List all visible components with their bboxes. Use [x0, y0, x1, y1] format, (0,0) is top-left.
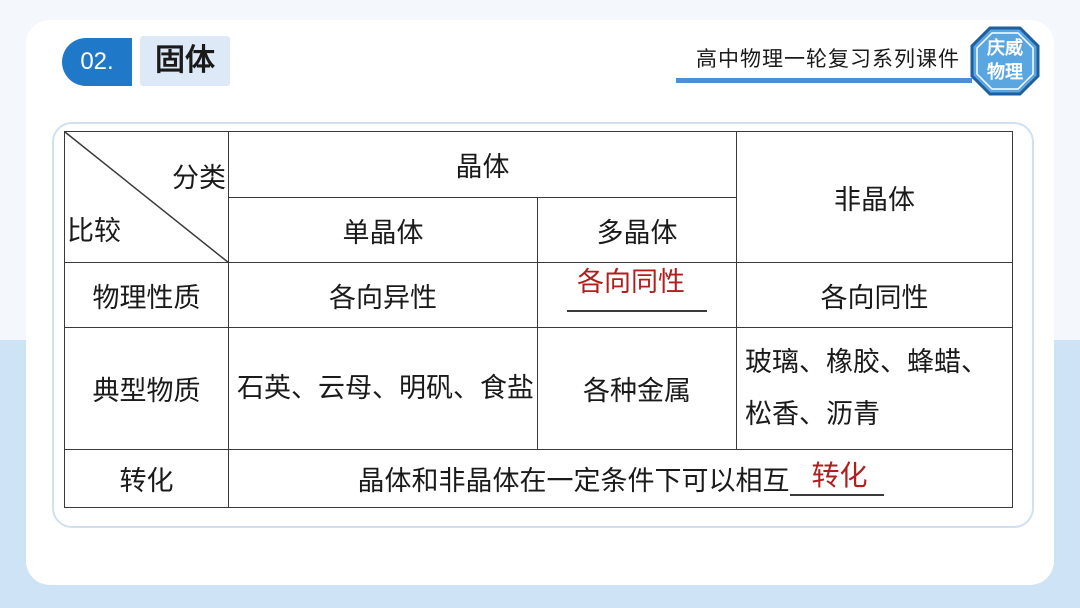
section-title: 固体 — [140, 36, 230, 86]
logo-text: 庆威 物理 — [970, 37, 1040, 85]
section-number-badge: 02. — [62, 38, 132, 86]
answer-blank-line — [567, 309, 707, 312]
logo-line2: 物理 — [987, 62, 1023, 83]
answer-blank-line-transform — [789, 493, 884, 496]
crystal-comparison-table: 分类 比较 晶体 非晶体 单晶体 多晶体 物理性质 各向异性 各向同性 各向同性… — [64, 131, 1013, 508]
header-amorphous: 非晶体 — [736, 131, 1013, 263]
row-label-transform: 转化 — [64, 449, 229, 508]
cell-physical-poly: 各向同性 — [537, 262, 737, 328]
diagonal-header-cell: 分类 比较 — [64, 131, 229, 263]
transform-sentence: 晶体和非晶体在一定条件下可以相互 — [357, 466, 790, 497]
logo-line1: 庆威 — [987, 38, 1023, 59]
cell-transform: 晶体和非晶体在一定条件下可以相互 转化 — [228, 449, 1013, 508]
logo-badge: 庆威 物理 — [970, 26, 1040, 96]
series-title: 高中物理一轮复习系列课件 — [696, 47, 960, 71]
answer-physical-poly: 各向同性 — [577, 266, 685, 298]
diag-top-label: 分类 — [172, 163, 226, 194]
row-label-typical: 典型物质 — [64, 327, 229, 450]
diag-bottom-label: 比较 — [67, 216, 121, 247]
row-label-physical: 物理性质 — [64, 262, 229, 328]
cell-typical-amorphous: 玻璃、橡胶、蜂蜡、松香、沥青 — [736, 327, 1013, 450]
answer-transform: 转化 — [811, 458, 868, 492]
header-crystal: 晶体 — [228, 131, 737, 198]
cell-typical-poly: 各种金属 — [537, 327, 737, 450]
header-single-crystal: 单晶体 — [228, 197, 538, 263]
header-poly-crystal: 多晶体 — [537, 197, 737, 263]
cell-physical-amorphous: 各向同性 — [736, 262, 1013, 328]
cell-physical-single: 各向异性 — [228, 262, 538, 328]
series-underline — [676, 78, 972, 83]
cell-typical-single: 石英、云母、明矾、食盐 — [228, 327, 538, 450]
